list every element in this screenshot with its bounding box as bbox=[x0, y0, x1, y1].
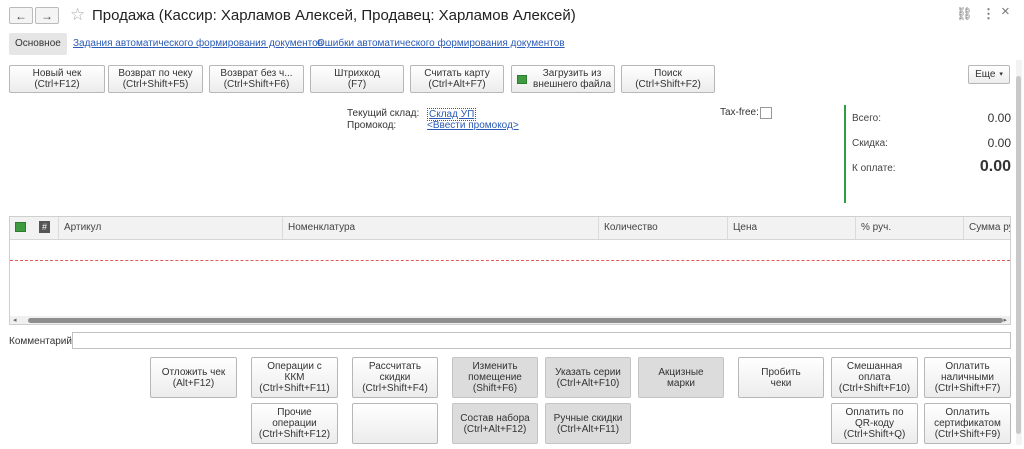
total-value: 0.00 bbox=[987, 111, 1011, 125]
page-title: Продажа (Кассир: Харламов Алексей, Прода… bbox=[92, 7, 576, 24]
empty-button[interactable] bbox=[352, 403, 438, 444]
favorite-star-icon[interactable]: ☆ bbox=[70, 5, 85, 25]
postpone-receipt-button[interactable]: Отложить чек (Alt+F12) bbox=[150, 357, 237, 398]
totals-accent-bar bbox=[844, 105, 846, 203]
table-header: # Артикул Номенклатура Количество Цена %… bbox=[10, 217, 1010, 240]
kit-composition-button[interactable]: Состав набора (Ctrl+Alt+F12) bbox=[452, 403, 538, 444]
kkm-operations-button[interactable]: Операции с ККМ (Ctrl+Shift+F11) bbox=[251, 357, 338, 398]
column-quantity[interactable]: Количество bbox=[598, 217, 727, 239]
spreadsheet-icon bbox=[517, 74, 527, 84]
more-menu-button[interactable]: Еще ▾ bbox=[968, 65, 1010, 84]
pay-certificate-button[interactable]: Оплатить сертификатом (Ctrl+Shift+F9) bbox=[924, 403, 1011, 444]
close-icon[interactable]: × bbox=[1001, 3, 1010, 20]
return-without-receipt-button[interactable]: Возврат без ч... (Ctrl+Shift+F6) bbox=[209, 65, 304, 93]
pay-cash-button[interactable]: Оплатить наличными (Ctrl+Shift+F7) bbox=[924, 357, 1011, 398]
load-external-file-button[interactable]: Загрузить из внешнего файла bbox=[511, 65, 615, 93]
table-row-separator bbox=[10, 260, 1010, 261]
read-card-button[interactable]: Считать карту (Ctrl+Alt+F7) bbox=[410, 65, 504, 93]
change-room-button[interactable]: Изменить помещение (Shift+F6) bbox=[452, 357, 538, 398]
set-series-button[interactable]: Указать серии (Ctrl+Alt+F10) bbox=[545, 357, 631, 398]
barcode-button[interactable]: Штрихкод (F7) bbox=[310, 65, 404, 93]
new-receipt-button[interactable]: Новый чек (Ctrl+F12) bbox=[9, 65, 105, 93]
column-sum[interactable]: Сумма ру bbox=[963, 217, 1010, 239]
comment-label: Комментарий: bbox=[9, 336, 75, 347]
tab-auto-tasks[interactable]: Задания автоматического формирования док… bbox=[73, 38, 323, 49]
discount-label: Скидка: bbox=[852, 138, 888, 149]
taxfree-label: Tax-free: bbox=[720, 107, 759, 118]
cash-icon[interactable] bbox=[15, 222, 26, 232]
pay-value: 0.00 bbox=[979, 158, 1011, 175]
excise-marks-button[interactable]: Акцизные марки bbox=[638, 357, 724, 398]
mixed-payment-button[interactable]: Смешанная оплата (Ctrl+Shift+F10) bbox=[831, 357, 918, 398]
scroll-left-icon[interactable]: ◂ bbox=[13, 316, 17, 324]
horizontal-scrollbar[interactable]: ◂ ▸ bbox=[10, 316, 1010, 324]
tab-main[interactable]: Основное bbox=[9, 33, 67, 55]
promo-label: Промокод: bbox=[347, 120, 397, 131]
forward-arrow-icon: → bbox=[41, 9, 53, 23]
calculate-discounts-button[interactable]: Рассчитать скидки (Ctrl+Shift+F4) bbox=[352, 357, 438, 398]
forward-button[interactable]: → bbox=[35, 7, 59, 24]
pay-qr-button[interactable]: Оплатить по QR-коду (Ctrl+Shift+Q) bbox=[831, 403, 918, 444]
receipt-table[interactable]: # Артикул Номенклатура Количество Цена %… bbox=[9, 216, 1011, 325]
column-manual-percent[interactable]: % руч. bbox=[855, 217, 963, 239]
total-label: Всего: bbox=[852, 113, 881, 124]
warehouse-label: Текущий склад: bbox=[347, 108, 420, 119]
link-icon[interactable]: ⛓ bbox=[956, 6, 973, 22]
return-by-receipt-button[interactable]: Возврат по чеку (Ctrl+Shift+F5) bbox=[108, 65, 203, 93]
back-arrow-icon: ← bbox=[15, 9, 27, 23]
more-icon[interactable]: ⋮ bbox=[982, 6, 995, 22]
load-external-file-label: Загрузить из внешнего файла bbox=[533, 68, 612, 90]
scroll-right-icon[interactable]: ▸ bbox=[1003, 316, 1007, 324]
comment-input[interactable] bbox=[72, 332, 1011, 349]
pay-label: К оплате: bbox=[852, 163, 896, 174]
promo-link[interactable]: <Ввести промокод> bbox=[427, 120, 519, 131]
column-price[interactable]: Цена bbox=[727, 217, 855, 239]
chevron-down-icon: ▾ bbox=[999, 71, 1003, 78]
other-operations-button[interactable]: Прочие операции (Ctrl+Shift+F12) bbox=[251, 403, 338, 444]
column-nomenclature[interactable]: Номенклатура bbox=[282, 217, 598, 239]
more-label: Еще bbox=[975, 69, 996, 80]
horizontal-scroll-thumb[interactable] bbox=[28, 318, 1003, 323]
column-article[interactable]: Артикул bbox=[58, 217, 286, 239]
taxfree-checkbox[interactable] bbox=[760, 107, 772, 119]
discount-value: 0.00 bbox=[987, 136, 1011, 150]
search-button[interactable]: Поиск (Ctrl+Shift+F2) bbox=[621, 65, 715, 93]
manual-discounts-button[interactable]: Ручные скидки (Ctrl+Alt+F11) bbox=[545, 403, 631, 444]
tab-auto-errors[interactable]: Ошибки автоматического формирования доку… bbox=[317, 38, 565, 49]
back-button[interactable]: ← bbox=[9, 7, 33, 24]
hash-icon[interactable]: # bbox=[39, 221, 50, 233]
vertical-scroll-thumb[interactable] bbox=[1016, 76, 1021, 434]
punch-receipts-button[interactable]: Пробить чеки bbox=[738, 357, 824, 398]
